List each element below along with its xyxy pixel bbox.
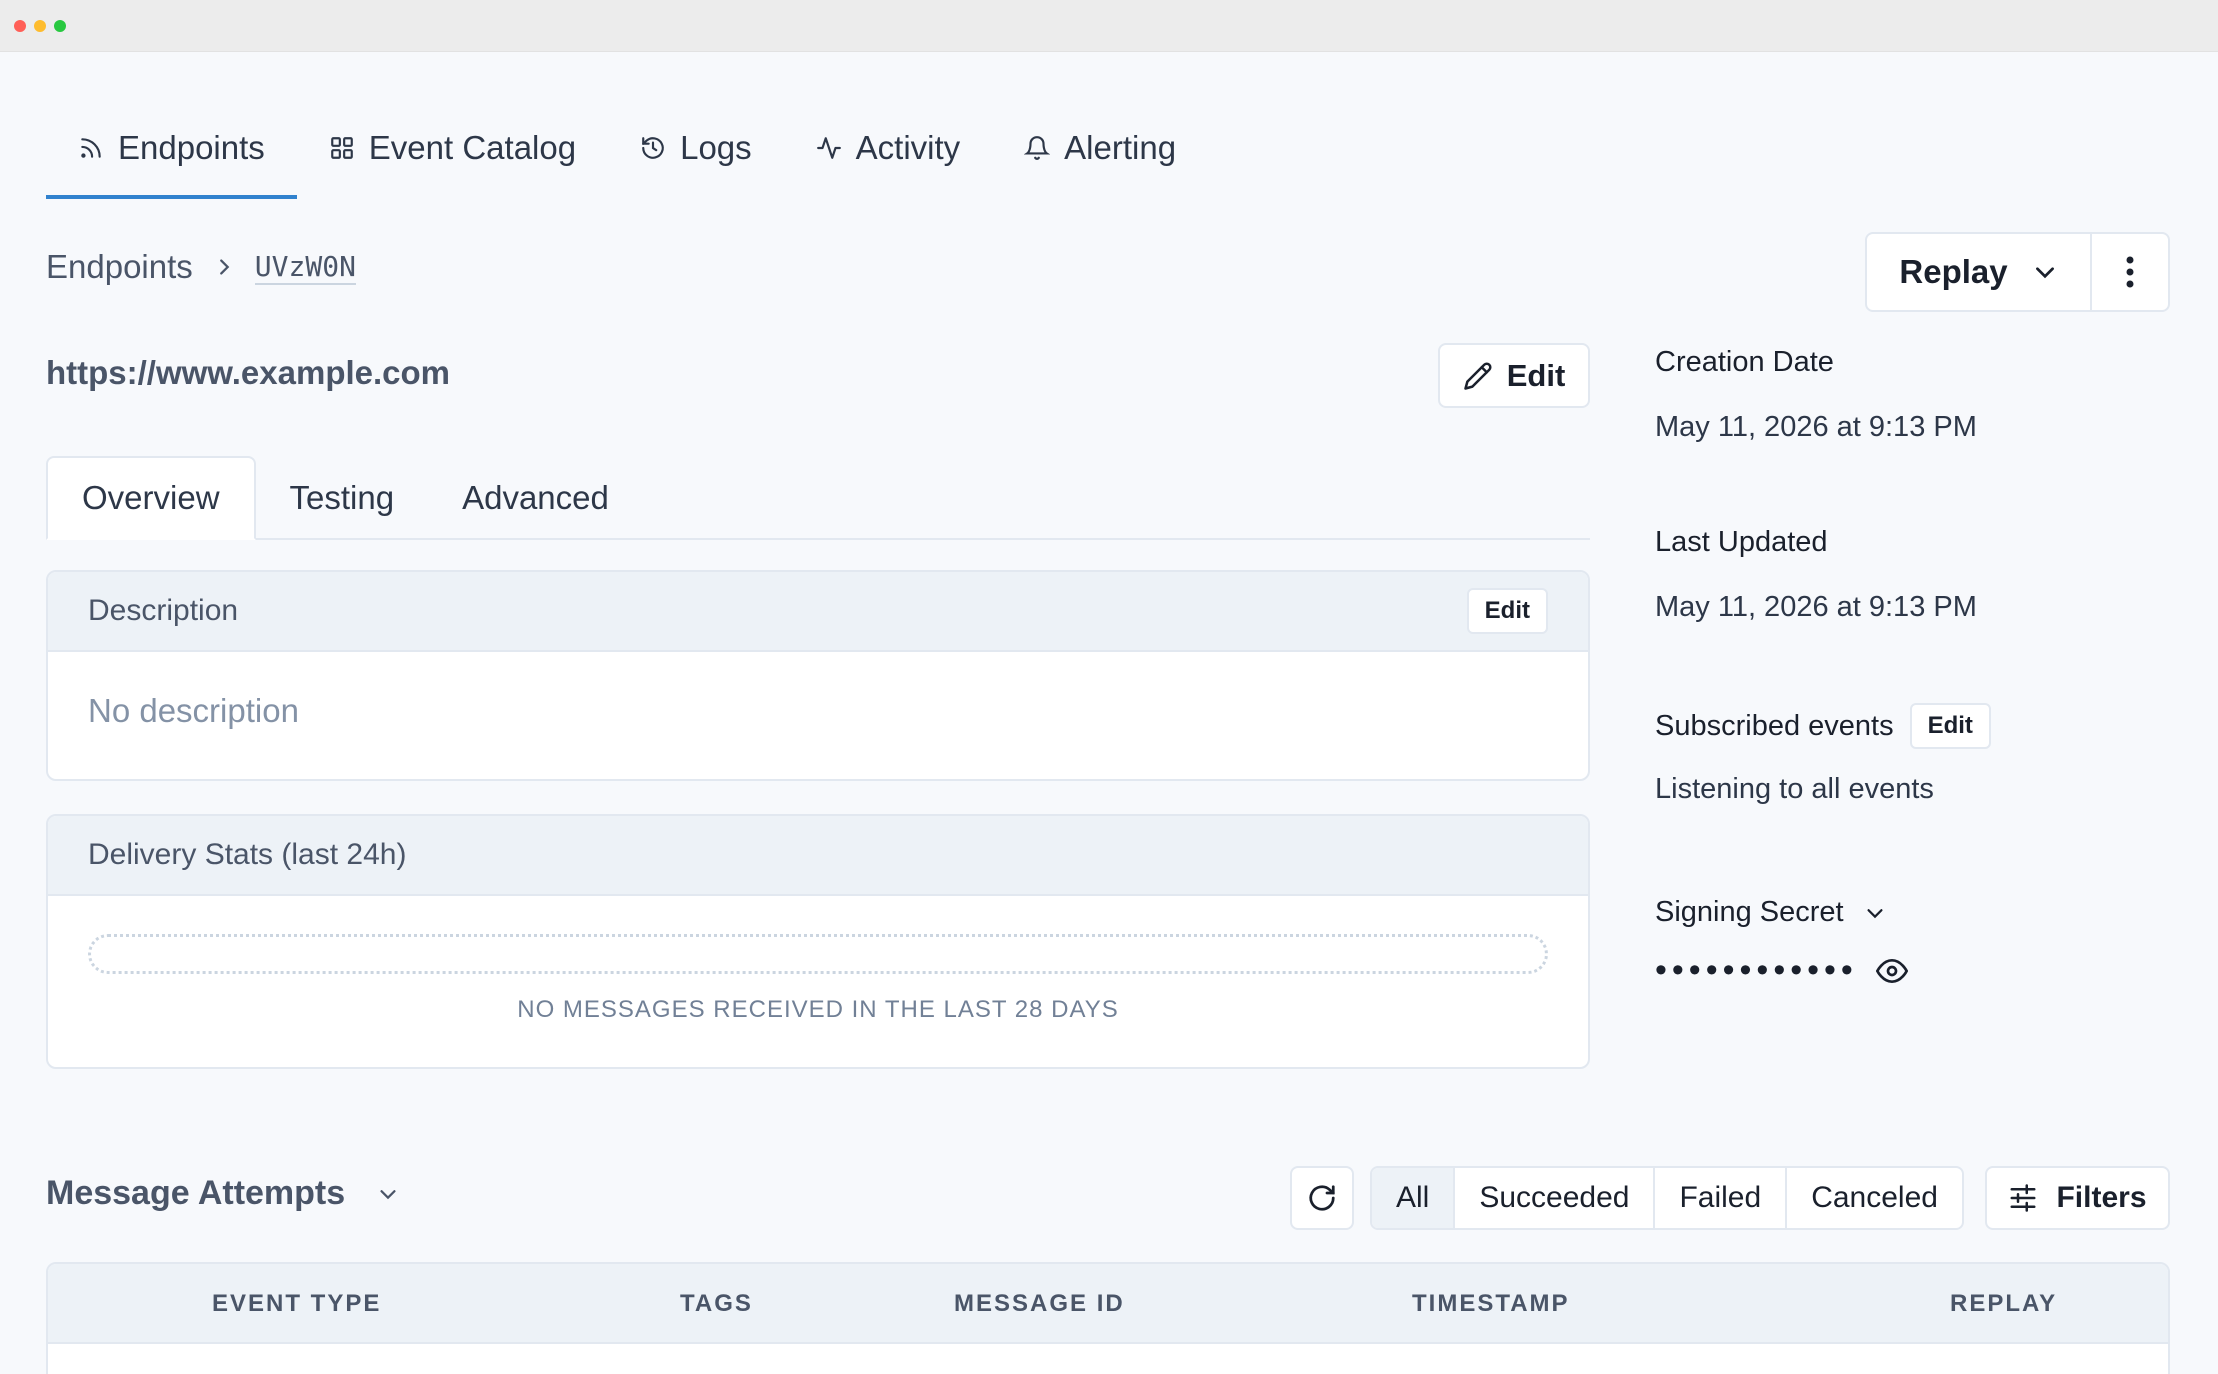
subscribed-events-section: Subscribed events Edit Listening to all … (1655, 703, 2175, 806)
close-window-button[interactable] (14, 20, 26, 32)
filter-all[interactable]: All (1372, 1168, 1456, 1228)
column-header-event-type: EVENT TYPE (212, 1290, 382, 1317)
signing-secret-label: Signing Secret (1655, 896, 1844, 928)
delivery-stats-empty-text: NO MESSAGES RECEIVED IN THE LAST 28 DAYS (517, 996, 1119, 1023)
creation-date-value: May 11, 2026 at 9:13 PM (1655, 411, 1977, 443)
description-title: Description (88, 594, 239, 627)
grid-icon (330, 137, 353, 159)
eye-icon[interactable] (1875, 955, 1908, 987)
nav-item-logs[interactable]: Logs (608, 112, 784, 184)
maximize-window-button[interactable] (54, 20, 66, 32)
refresh-icon (1309, 1185, 1335, 1211)
filter-succeeded[interactable]: Succeeded (1455, 1168, 1656, 1228)
history-icon (642, 137, 664, 159)
replay-label: Replay (1899, 253, 2008, 290)
filters-label: Filters (2056, 1181, 2147, 1214)
column-header-message-id: MESSAGE ID (954, 1290, 1125, 1317)
tab-overview[interactable]: Overview (46, 456, 256, 540)
edit-description-button[interactable]: Edit (1466, 588, 1548, 634)
breadcrumb: Endpoints UVzW0N (46, 248, 356, 286)
replay-button-group: Replay (1865, 232, 2170, 312)
filters-button[interactable]: Filters (1985, 1166, 2170, 1230)
nav-item-label: Activity (855, 129, 961, 166)
rss-icon (81, 138, 101, 158)
subscribed-events-label: Subscribed events (1655, 709, 1894, 742)
minimize-window-button[interactable] (34, 20, 46, 32)
chevron-right-icon (219, 259, 230, 275)
endpoint-tabs: Overview Testing Advanced (46, 456, 1590, 540)
nav-item-activity[interactable]: Activity (784, 112, 993, 184)
tab-advanced[interactable]: Advanced (428, 456, 643, 540)
window-titlebar (0, 0, 2218, 52)
chevron-down-icon[interactable] (1864, 902, 1886, 924)
nav-item-label: Alerting (1064, 129, 1177, 166)
refresh-button[interactable] (1290, 1166, 1354, 1230)
delivery-stats-card: Delivery Stats (last 24h) NO MESSAGES RE… (46, 814, 1590, 1069)
description-empty-text: No description (88, 692, 299, 729)
activity-icon (816, 137, 841, 159)
more-vertical-icon (2126, 256, 2134, 288)
signing-secret-section: Signing Secret •••••••••••• (1655, 896, 2175, 990)
table-header: EVENT TYPE TAGS MESSAGE ID TIMESTAMP REP… (48, 1264, 2168, 1344)
description-card: Description Edit No description (46, 570, 1590, 781)
status-filter-group: All Succeeded Failed Canceled (1370, 1166, 1964, 1230)
sliders-icon (2010, 1184, 2036, 1212)
creation-date-section: Creation Date May 11, 2026 at 9:13 PM (1655, 346, 2175, 444)
edit-endpoint-button[interactable]: Edit (1438, 343, 1590, 408)
message-attempts-table: EVENT TYPE TAGS MESSAGE ID TIMESTAMP REP… (46, 1262, 2170, 1374)
chevron-down-icon (380, 1189, 396, 1199)
signing-secret-value: •••••••••••• (1655, 951, 1858, 989)
nav-item-label: Logs (680, 129, 752, 166)
nav-item-endpoints[interactable]: Endpoints (46, 112, 297, 199)
column-header-tags: TAGS (680, 1290, 753, 1317)
column-header-replay: REPLAY (1950, 1290, 2058, 1317)
creation-date-label: Creation Date (1655, 346, 1834, 378)
description-header: Description Edit (48, 572, 1588, 652)
message-attempts-title: Message Attempts (46, 1174, 346, 1212)
nav-item-event-catalog[interactable]: Event Catalog (297, 112, 608, 184)
filter-failed[interactable]: Failed (1655, 1168, 1788, 1228)
last-updated-section: Last Updated May 11, 2026 at 9:13 PM (1655, 526, 2175, 624)
chevron-down-icon (2035, 267, 2054, 279)
delivery-stats-title: Delivery Stats (last 24h) (88, 838, 407, 871)
delivery-stats-bar (88, 934, 1548, 974)
last-updated-label: Last Updated (1655, 526, 1828, 558)
edit-subscribed-events-button[interactable]: Edit (1909, 703, 1991, 749)
message-attempts-heading[interactable]: Message Attempts (46, 1174, 399, 1213)
edit-label: Edit (1506, 357, 1566, 393)
filter-canceled[interactable]: Canceled (1787, 1168, 1962, 1228)
main-nav: Endpoints Event Catalog Logs Activity Al… (46, 112, 1208, 200)
column-header-timestamp: TIMESTAMP (1412, 1290, 1570, 1317)
more-options-button[interactable] (2092, 234, 2168, 310)
pencil-icon (1463, 361, 1492, 390)
bell-icon (1024, 136, 1051, 160)
nav-item-label: Event Catalog (368, 129, 577, 166)
nav-item-alerting[interactable]: Alerting (992, 112, 1208, 184)
nav-item-label: Endpoints (118, 129, 265, 166)
last-updated-value: May 11, 2026 at 9:13 PM (1655, 591, 1977, 623)
breadcrumb-parent-link[interactable]: Endpoints (46, 248, 193, 286)
tab-testing[interactable]: Testing (256, 456, 429, 540)
replay-button[interactable]: Replay (1867, 234, 2092, 310)
subscribed-events-value: Listening to all events (1655, 773, 1934, 805)
endpoint-url: https://www.example.com (46, 354, 451, 391)
breadcrumb-current[interactable]: UVzW0N (254, 250, 356, 285)
delivery-stats-header: Delivery Stats (last 24h) (48, 816, 1588, 896)
